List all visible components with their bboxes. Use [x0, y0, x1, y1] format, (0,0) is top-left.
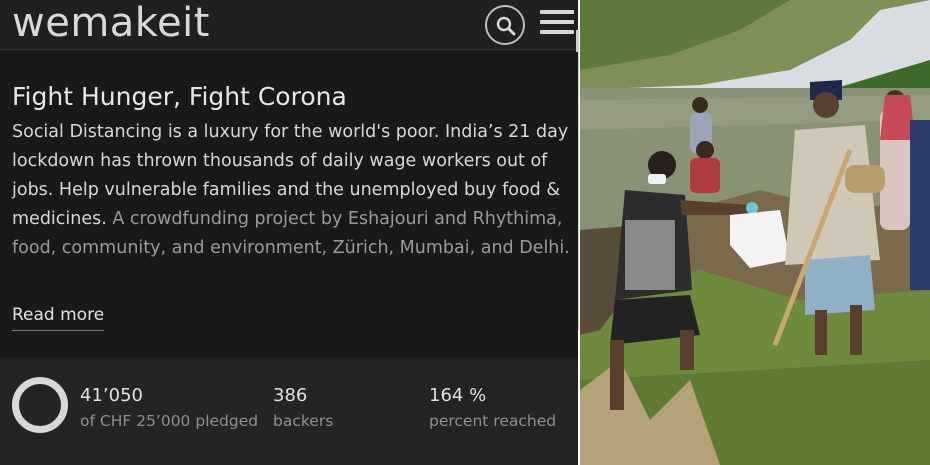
search-icon — [496, 16, 516, 36]
top-bar: wemakeit — [0, 0, 578, 50]
progress-ring — [12, 377, 68, 433]
hamburger-menu-icon[interactable] — [540, 10, 574, 38]
read-more-link[interactable]: Read more — [12, 304, 105, 331]
percent-reached-value: 164 % — [429, 385, 487, 406]
backers-label: backers — [273, 412, 334, 430]
pledged-amount: 41’050 — [80, 385, 143, 406]
search-button[interactable] — [485, 5, 525, 45]
pledged-label: of CHF 25’000 pledged — [80, 412, 259, 430]
percent-reached-label: percent reached — [429, 412, 557, 430]
project-title: Fight Hunger, Fight Corona — [12, 82, 347, 111]
backers-count: 386 — [273, 385, 308, 406]
project-photo-illustration — [580, 0, 930, 465]
project-photo — [580, 0, 930, 465]
wemakeit-logo[interactable]: wemakeit — [12, 0, 210, 46]
project-description: Social Distancing is a luxury for the wo… — [12, 118, 572, 263]
